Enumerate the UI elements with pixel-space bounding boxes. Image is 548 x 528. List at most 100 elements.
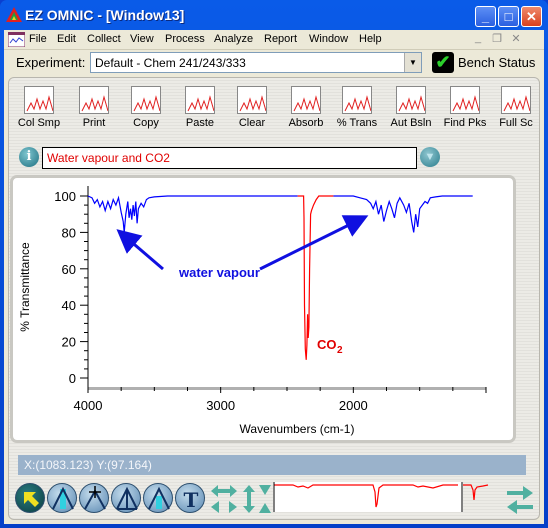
y-tick-label: 80 xyxy=(62,225,76,240)
overview-spectrum xyxy=(273,482,463,512)
text-tool-button[interactable]: T xyxy=(175,483,205,513)
spectrum-panel[interactable]: 100 80 60 40 20 0 4000 3000 2000 Wavenumbers (cm-… xyxy=(10,175,516,443)
overview-pane[interactable] xyxy=(273,482,463,512)
expand-vertical-icon[interactable] xyxy=(241,483,273,515)
cursor-readout: X:(1083.123) Y:(97.164) xyxy=(18,455,526,475)
toolbar-label: % Trans xyxy=(336,117,378,129)
selection-tool-button[interactable] xyxy=(15,483,45,513)
peak-area-icon xyxy=(148,486,170,510)
full-scale-icon xyxy=(501,86,531,114)
spectrum-chart[interactable]: 100 80 60 40 20 0 4000 3000 2000 Wavenumbers (cm-… xyxy=(13,178,513,440)
menu-analyze[interactable]: Analyze xyxy=(214,33,253,45)
app-window: EZ OMNIC - [Window13] _ □ ✕ File Edit Co… xyxy=(0,0,548,528)
toolbar-button-absorb[interactable]: Absorb xyxy=(279,86,333,129)
y-axis-label: % Transmittance xyxy=(18,242,32,332)
water-vapour-label: water vapour xyxy=(178,265,260,280)
toolbar-label: Aut Bsln xyxy=(390,117,432,129)
menu-bar: File Edit Collect View Process Analyze R… xyxy=(4,30,544,50)
experiment-label: Experiment: xyxy=(16,55,86,70)
crosshair-peak-icon xyxy=(84,486,106,510)
x-axis-label: Wavenumbers (cm-1) xyxy=(240,422,355,436)
document-icon[interactable] xyxy=(8,32,25,47)
minimize-button[interactable]: _ xyxy=(475,6,496,27)
toolbar-button-aut-bsln[interactable]: Aut Bsln xyxy=(384,86,438,129)
x-tick-label: 2000 xyxy=(339,398,368,413)
spectrum-segment-2 xyxy=(333,195,473,233)
main-panel: Col Smp Print Copy Paste Clear Absorb % Trans A… xyxy=(8,77,540,520)
arrow-pointer-icon xyxy=(24,492,39,507)
menu-help[interactable]: Help xyxy=(359,33,382,45)
bench-status-label[interactable]: Bench Status xyxy=(458,55,535,70)
annotation-arrow-left xyxy=(116,229,164,271)
mdi-restore-button[interactable]: ❐ xyxy=(489,32,505,47)
toolbar-label: Col Smp xyxy=(17,117,61,129)
menu-process[interactable]: Process xyxy=(165,33,205,45)
menu-window[interactable]: Window xyxy=(309,33,348,45)
peak-region-icon xyxy=(52,486,74,510)
height-tool-button[interactable] xyxy=(111,483,141,513)
toolbar-label: Print xyxy=(82,117,106,129)
experiment-select[interactable]: Default - Chem 241/243/333 ▼ xyxy=(90,52,422,73)
close-button[interactable]: ✕ xyxy=(521,6,542,27)
toolbar-button-trans[interactable]: % Trans xyxy=(330,86,384,129)
collect-sample-icon xyxy=(24,86,54,114)
toolbar-button-print[interactable]: Print xyxy=(67,86,121,129)
menu-file[interactable]: File xyxy=(29,33,47,45)
y-tick-label: 60 xyxy=(62,262,76,277)
clipboard-copy-icon xyxy=(131,86,161,114)
scroll-arrows-icon[interactable] xyxy=(505,483,535,515)
transmittance-icon xyxy=(342,86,372,114)
toolbar-label: Full Sc xyxy=(499,117,533,129)
toolbar-label: Paste xyxy=(185,117,215,129)
area-tool-button[interactable] xyxy=(143,483,173,513)
mdi-close-button[interactable]: ✕ xyxy=(508,32,524,47)
client-area: File Edit Collect View Process Analyze R… xyxy=(4,30,544,524)
chevron-down-icon[interactable]: ▼ xyxy=(404,53,421,72)
auto-baseline-icon xyxy=(396,86,426,114)
printer-icon xyxy=(79,86,109,114)
menu-collect[interactable]: Collect xyxy=(87,33,121,45)
annotation-arrow-right xyxy=(259,215,369,271)
expand-horizontal-icon[interactable] xyxy=(209,483,239,515)
y-tick-label: 20 xyxy=(62,335,76,350)
y-tick-label: 100 xyxy=(54,189,76,204)
spectrum-segment-1 xyxy=(297,195,334,360)
find-peaks-icon xyxy=(450,86,480,114)
toolbar-label: Absorb xyxy=(288,117,324,129)
y-tick-label: 40 xyxy=(62,298,76,313)
checkmark-icon[interactable]: ✔ xyxy=(432,52,454,73)
y-tick-label: 0 xyxy=(69,371,76,386)
region-tool-button[interactable] xyxy=(47,483,77,513)
dropdown-arrow-icon[interactable]: ▼ xyxy=(420,147,440,167)
spectrum-segment-0 xyxy=(87,195,298,233)
toolbar-button-find-pks[interactable]: Find Pks xyxy=(438,86,492,129)
toolbar-label: Clear xyxy=(238,117,266,129)
peak-label-tool-button[interactable] xyxy=(79,483,109,513)
x-tick-label: 4000 xyxy=(74,398,103,413)
toolbar-button-col-smp[interactable]: Col Smp xyxy=(12,86,66,129)
window-title: EZ OMNIC - [Window13] xyxy=(25,7,185,23)
experiment-value: Default - Chem 241/243/333 xyxy=(95,56,246,70)
toolbar-button-copy[interactable]: Copy xyxy=(119,86,173,129)
text-icon: T xyxy=(184,488,199,512)
menu-report[interactable]: Report xyxy=(264,33,297,45)
title-bar: EZ OMNIC - [Window13] _ □ ✕ xyxy=(0,0,548,30)
toolbar-button-paste[interactable]: Paste xyxy=(173,86,227,129)
menu-edit[interactable]: Edit xyxy=(57,33,76,45)
paste-icon xyxy=(185,86,215,114)
toolbar-button-full-sc[interactable]: Full Sc xyxy=(489,86,543,129)
toolbar-button-clear[interactable]: Clear xyxy=(225,86,279,129)
spectrum-title-field[interactable]: Water vapour and CO2 xyxy=(42,147,417,169)
experiment-row: Experiment: Default - Chem 241/243/333 ▼… xyxy=(4,50,544,76)
menu-view[interactable]: View xyxy=(130,33,154,45)
toolbar-label: Find Pks xyxy=(443,117,487,129)
info-icon[interactable]: i xyxy=(19,147,39,167)
maximize-button[interactable]: □ xyxy=(498,6,519,27)
co2-label: CO xyxy=(317,337,337,352)
x-tick-label: 3000 xyxy=(206,398,235,413)
absorbance-icon xyxy=(291,86,321,114)
peak-height-icon xyxy=(116,486,138,510)
clear-spectrum-icon xyxy=(237,86,267,114)
omnic-logo-icon xyxy=(6,7,22,22)
mdi-minimize-button[interactable]: _ xyxy=(470,32,486,47)
